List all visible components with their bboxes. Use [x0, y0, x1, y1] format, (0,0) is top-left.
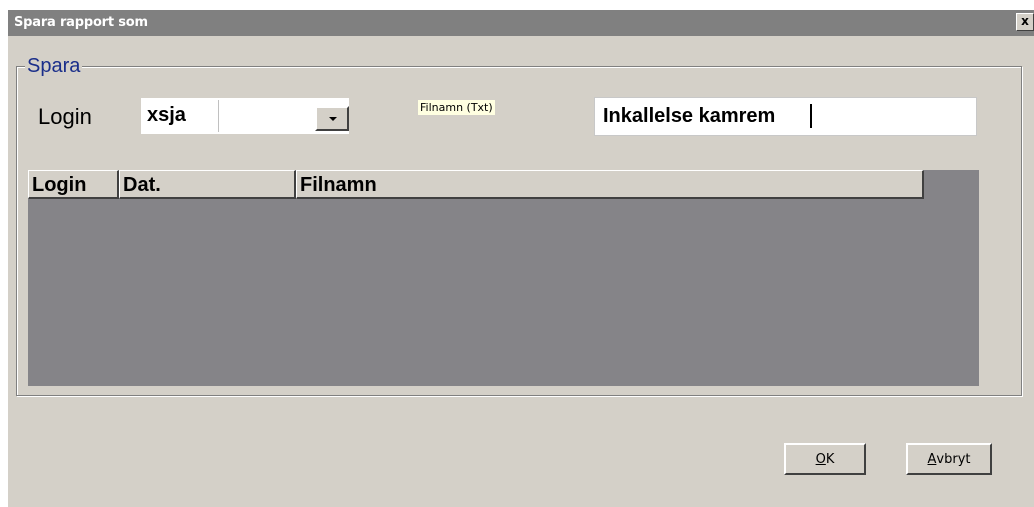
ok-mnemonic: O	[815, 451, 826, 467]
column-header-date[interactable]: Dat.	[119, 170, 296, 199]
chevron-down-icon	[329, 117, 337, 121]
title-bar[interactable]: Spara rapport som x	[8, 10, 1034, 36]
close-button[interactable]: x	[1016, 13, 1034, 31]
filename-label: Filnamn (Txt)	[418, 100, 495, 115]
grid-header: Login Dat. Filnamn	[28, 170, 924, 199]
filename-input[interactable]	[594, 97, 977, 136]
ok-button[interactable]: OK	[784, 443, 866, 475]
text-caret	[810, 104, 812, 128]
login-value: xsja	[147, 104, 186, 126]
cancel-button[interactable]: Avbryt	[906, 443, 992, 475]
saved-reports-grid[interactable]: Login Dat. Filnamn	[28, 170, 979, 386]
ok-label-rest: K	[825, 451, 835, 467]
combo-separator	[218, 100, 219, 132]
cancel-mnemonic: A	[927, 451, 937, 467]
group-label: Spara	[25, 54, 83, 78]
login-label: Login	[38, 104, 92, 129]
close-icon: x	[1021, 14, 1029, 28]
login-combobox[interactable]: xsja	[141, 98, 349, 134]
login-dropdown-button[interactable]	[315, 106, 349, 131]
window-title: Spara rapport som	[14, 15, 148, 30]
cancel-label-rest: vbryt	[936, 451, 971, 467]
column-header-login[interactable]: Login	[28, 170, 119, 199]
column-header-filename[interactable]: Filnamn	[296, 170, 924, 199]
